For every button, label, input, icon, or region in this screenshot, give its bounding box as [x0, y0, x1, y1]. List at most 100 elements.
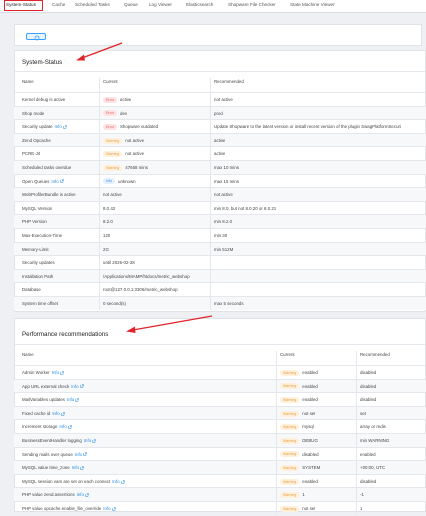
external-link-icon	[111, 507, 116, 511]
row-name-text: PHP value zend.assertions	[22, 492, 75, 498]
row-recommended: disabled	[360, 370, 377, 375]
row-current: Warning disabled	[280, 448, 319, 462]
tab-scheduled-tasks[interactable]: Scheduled Tasks	[75, 0, 110, 12]
row-current-value: not active	[125, 137, 145, 143]
row-name: BusinessEventHandler logging Info	[22, 434, 96, 448]
row-recommended: max 15 mins	[214, 178, 239, 184]
row-name: Sending mails over queue Info	[22, 448, 87, 462]
row-name-text: App URL external check	[22, 383, 70, 389]
row-name: MySQL Version	[22, 202, 52, 216]
info-link[interactable]: Info	[72, 465, 84, 470]
refresh-card	[14, 24, 422, 46]
row-name: PCRE-Jit	[22, 147, 40, 161]
info-link[interactable]: Info	[67, 397, 79, 402]
row-current: 0 second(s)	[103, 297, 126, 311]
row-name-text: WebProfilerBundle is active	[22, 192, 76, 198]
info-link[interactable]: Info	[52, 370, 64, 375]
row-current: Warning SYSTEM	[280, 461, 320, 475]
row-name-text: Security updates	[22, 260, 55, 266]
info-link-label: Info	[83, 438, 92, 443]
tab-log-viewer[interactable]: Log Viewer	[149, 0, 172, 12]
info-link[interactable]: Info	[52, 411, 65, 416]
row-name-text: Security update	[22, 124, 53, 130]
row-name-text: BusinessEventHandler logging	[22, 438, 82, 443]
column-divider	[99, 78, 100, 310]
info-link[interactable]: Info	[59, 424, 72, 429]
status-badge: Warning	[103, 164, 123, 171]
row-current-value: 8.2.0	[103, 219, 113, 225]
system-header-name: Name	[22, 79, 34, 84]
row-name: Max-Execution-Time	[22, 229, 62, 243]
row-name: Security update Info	[22, 120, 67, 134]
row-name: Kernel debug is active	[22, 93, 65, 107]
row-current-value: 0 second(s)	[103, 301, 126, 306]
row-current-value: enabled	[302, 383, 318, 389]
row-name: PHP Version	[22, 215, 47, 229]
info-link-label: Info	[103, 506, 111, 511]
refresh-button[interactable]	[26, 33, 46, 40]
row-current: not active	[103, 188, 122, 202]
column-divider	[276, 351, 277, 515]
external-link-icon	[67, 425, 72, 429]
tab-state-machine-viewer[interactable]: State Machine Viewer	[290, 0, 335, 12]
row-name: Zend Opcache	[22, 134, 51, 148]
row-recommended: min WARNING	[360, 438, 390, 443]
tab-shopware-file-checker[interactable]: Shopware File Checker	[228, 0, 276, 12]
status-badge: Warning	[103, 151, 123, 158]
table-row: PHP value zend.assertions Info Warning 1 -1	[14, 487, 426, 501]
row-current: Warning enabled	[280, 475, 318, 489]
info-link[interactable]: Info	[112, 479, 125, 484]
row-current-value: SYSTEM	[302, 465, 321, 471]
info-link-label: Info	[51, 178, 59, 184]
row-name: Fixed cache id Info	[22, 407, 65, 421]
status-badge: Error	[103, 110, 117, 117]
status-badge: Warning	[280, 410, 300, 417]
tab-queue[interactable]: Queue	[124, 0, 138, 12]
row-recommended: enabled	[360, 451, 376, 457]
row-current: 8.2.0	[103, 215, 113, 229]
info-link[interactable]: Info	[55, 124, 67, 129]
row-current: /Applications/MAMP/htdocs/metric_webshop	[103, 270, 190, 284]
info-link-label: Info	[71, 465, 79, 471]
column-divider	[210, 78, 211, 310]
row-recommended: Update Shopware to the latest version or…	[214, 124, 401, 130]
info-link[interactable]: Info	[71, 384, 84, 389]
row-name-text: Fixed cache id	[22, 410, 51, 416]
row-current: Warning enabled	[280, 393, 318, 407]
row-name-text: Open Queues	[22, 178, 50, 184]
info-link[interactable]: Info	[75, 452, 87, 457]
row-current: Warning enabled	[280, 380, 318, 394]
row-current-value: DEBUG	[302, 438, 318, 443]
row-name: PHP value zend.assertions Info	[22, 488, 89, 502]
row-recommended: active	[214, 151, 226, 157]
status-badge: Warning	[280, 397, 300, 404]
info-link[interactable]: Info	[84, 438, 96, 443]
row-current-value: not active	[103, 192, 122, 198]
row-current-value: 47658 mins	[125, 165, 148, 170]
table-row: Installation Path/Applications/MAMP/htdo…	[14, 268, 426, 284]
system-header-recommended: Recommended	[214, 79, 244, 84]
row-name: MailVariables updates Info	[22, 393, 79, 407]
table-row: Shop mode Error dev prod	[14, 105, 426, 120]
tab-elasticsearch[interactable]: Elasticsearch	[186, 0, 213, 12]
external-link-icon	[92, 439, 96, 443]
table-row: Security update Info Error Shopware outdate…	[14, 119, 426, 133]
table-row: Sending mails over queue Info Warning disab…	[14, 446, 426, 462]
status-badge: Info	[103, 178, 115, 185]
status-badge: Warning	[280, 505, 300, 512]
row-name: Memory-Limit	[22, 243, 49, 257]
info-link[interactable]: Info	[77, 492, 89, 497]
info-link[interactable]: Info	[51, 178, 64, 184]
table-row: BusinessEventHandler logging Info Warning D…	[14, 433, 426, 447]
row-current-value: unknown	[118, 178, 136, 184]
info-link[interactable]: Info	[103, 506, 116, 511]
tab-bar: System-Status Cache Scheduled Tasks Queu…	[0, 0, 426, 13]
external-link-icon	[60, 411, 65, 416]
row-current: Warning not set	[280, 407, 315, 421]
row-recommended: min 8.0, but not 8.0.20 or 8.0.21	[214, 205, 277, 211]
tab-cache[interactable]: Cache	[52, 0, 65, 12]
row-recommended: disabled	[360, 397, 377, 403]
active-tab-highlight	[4, 0, 43, 11]
row-current: Warning enabled	[280, 366, 318, 380]
row-name-text: PHP value opcache.enable_file_override	[22, 506, 102, 511]
